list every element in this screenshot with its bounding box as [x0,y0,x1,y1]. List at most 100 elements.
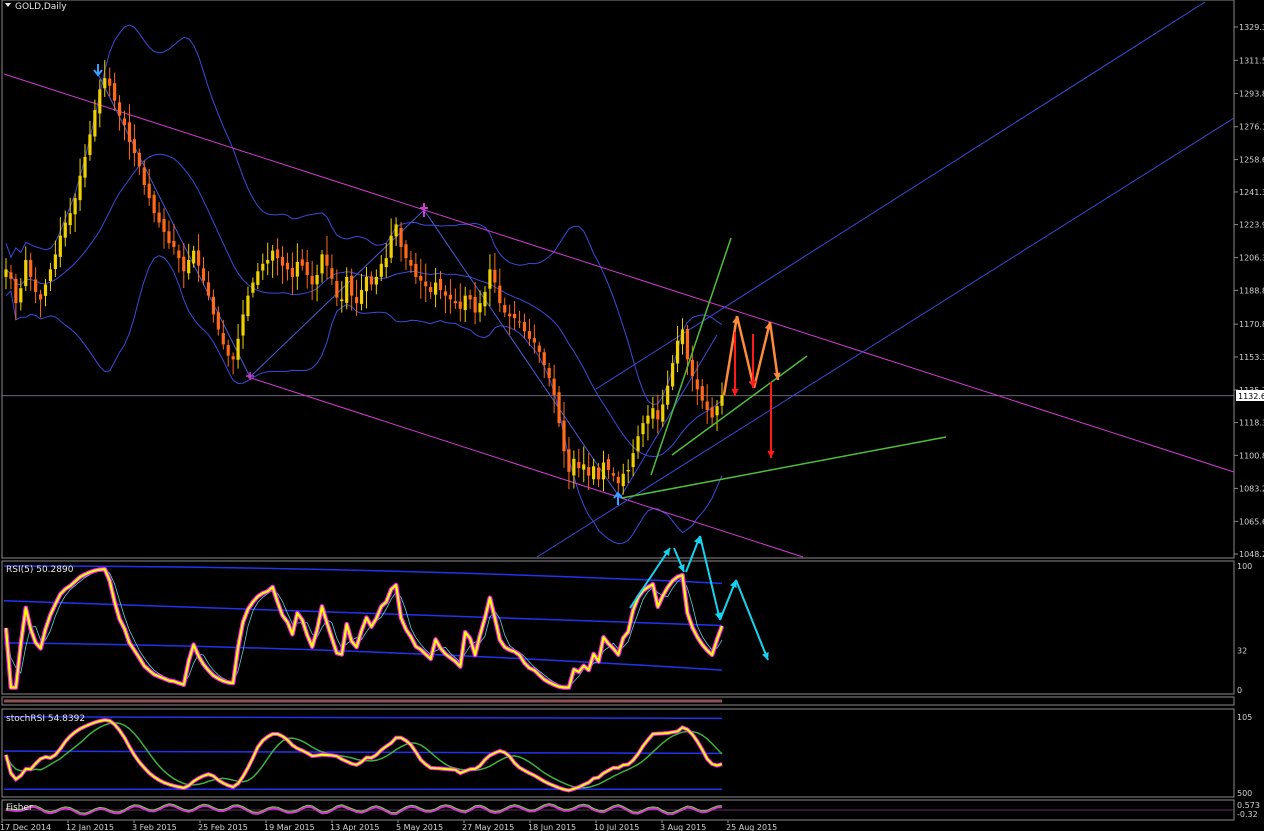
candle-body [577,462,581,469]
candle-body [335,281,339,298]
candle-body [137,152,141,167]
stoch-band-mid [3,750,723,755]
candle-body [680,329,685,345]
candle-body [330,268,334,279]
red-arrow-head [767,450,775,458]
cyan-arrow [699,535,721,621]
candle-body [399,227,403,247]
candle-body [636,436,640,452]
chart-dropdown-icon[interactable] [5,3,11,7]
bollinger-upper [5,24,723,406]
candle-body [167,231,171,244]
candle-body [211,296,215,315]
candle-body [246,295,250,317]
candle-body [14,278,18,304]
candle-body [201,268,206,281]
candle-body [78,175,82,201]
x-tick-label: 3 Aug 2015 [660,823,706,831]
candle-body [108,78,112,86]
candle-body [572,458,576,476]
candle-body [325,254,329,266]
candle-body [498,285,502,304]
candle-body [192,250,196,264]
y-tick-label: 1170.8 [1239,320,1264,329]
candle-body [685,329,690,360]
candle-body [601,462,606,480]
x-tick-label: 18 Jun 2015 [528,823,576,831]
y-tick-label: 1311.5 [1239,56,1264,65]
candle-body [404,244,408,259]
stoch-shadow-line [4,717,723,793]
y-tick-label: 1206.3 [1239,254,1264,263]
candle-body [162,218,166,232]
candle-body [4,269,8,277]
chart-canvas[interactable]: 1329.3 1311.5 1293.8 1276.1 1258.6 1241.3 1223… [0,0,1264,831]
candle-body [434,282,438,295]
candle-body [152,194,156,214]
candle-body [424,281,428,287]
candle-body [483,291,487,307]
candle-body [177,250,181,259]
candle-body [295,261,299,277]
candle-body [350,275,354,296]
x-tick-label: 3 Feb 2015 [132,823,177,831]
candle-body [354,297,359,304]
x-tick-label: 5 May 2015 [396,823,443,831]
candle-body [63,222,67,238]
candle-body [231,356,235,360]
stochrsi-layer [3,716,723,793]
candle-body [414,263,418,277]
annotations-layer [93,64,947,505]
fork-line-lower [536,117,1235,558]
candle-body [675,340,680,364]
candle-body [68,213,72,226]
candle-body [241,314,245,336]
candle-body [646,415,650,424]
candle-body [700,386,704,401]
red-arrow-head [731,388,739,396]
bollinger-lower [5,255,723,545]
candle-body [275,249,280,259]
candle-body [53,254,57,270]
candle-body [542,352,546,366]
candle-body [113,83,117,101]
fisher-tick-label: 0.573 [1237,801,1260,810]
candle-body [587,467,591,476]
candle-body [438,279,443,291]
candle-body [58,235,62,257]
axis-layer: 1329.3 1311.5 1293.8 1276.1 1258.6 1241.3 1223… [0,23,1264,831]
candle-body [320,254,324,274]
candle-body [537,345,541,352]
swing-high-marker [93,64,103,77]
candle-body [48,269,53,281]
candle-body [88,134,92,155]
y-tick-label: 1188.8 [1239,286,1264,295]
candle-body [98,89,102,114]
candle-body [493,269,497,283]
candle-body [196,250,201,266]
rsi-tick-label: 0 [1237,686,1242,695]
candle-body [547,368,551,379]
candle-body [710,407,714,418]
candle-body [285,262,290,270]
candle-body [226,345,230,356]
candle-body [513,313,517,319]
candle-body [715,406,719,416]
candle-body [310,275,314,285]
candle-body [419,275,423,281]
y-tick-label: 1100.8 [1239,451,1264,460]
candle-body [251,282,255,293]
candle-body [9,272,13,279]
cyan-arrow [629,547,671,609]
candle-body [616,476,620,484]
x-tick-label: 25 Feb 2015 [198,823,248,831]
candle-body [389,235,393,258]
orange-arrow [768,321,780,381]
candle-body [147,183,151,199]
candle-body [34,279,38,292]
candle-body [567,449,571,472]
rsi-shadow-line [3,566,725,690]
candle-body [562,420,566,452]
orange-arrow [735,315,756,389]
candle-body [29,260,33,277]
